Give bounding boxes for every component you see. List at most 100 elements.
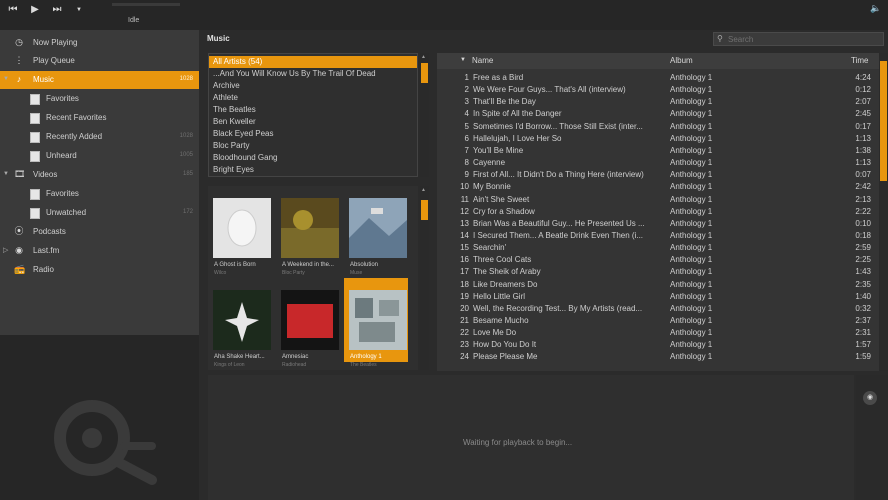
sidebar-item-play-queue[interactable]: ⋮ Play Queue <box>0 52 199 70</box>
track-album: Anthology 1 <box>670 340 713 350</box>
album-tile[interactable]: Aha Shake Heart... Kings of Leon <box>208 278 272 368</box>
table-row[interactable]: 15 Searchin' Anthology 1 2:59 <box>437 242 879 254</box>
search-box[interactable]: ⚲ <box>713 32 884 46</box>
track-name: Sometimes I'd Borrow... Those Still Exis… <box>473 121 643 131</box>
track-album: Anthology 1 <box>670 267 713 277</box>
table-row[interactable]: 2 We Were Four Guys... That's All (interv… <box>437 84 879 96</box>
list-item[interactable]: Bloodhound Gang <box>209 152 417 164</box>
album-tile[interactable]: A Ghost is Born Wilco <box>208 186 272 276</box>
track-album: Anthology 1 <box>670 121 713 131</box>
sidebar-item-favorites[interactable]: Favorites <box>0 90 199 108</box>
album-tile[interactable]: Absolution Muse <box>344 186 408 276</box>
table-row[interactable]: 4 In Spite of All the Danger Anthology 1 2:… <box>437 108 879 120</box>
table-row[interactable]: 17 The Sheik of Araby Anthology 1 1:43 <box>437 266 879 278</box>
scroll-thumb[interactable] <box>421 200 428 220</box>
sidebar: ◷ Now Playing ⋮ Play Queue ▼ ♪ Music 102… <box>0 30 199 335</box>
track-scrollbar[interactable] <box>879 53 888 371</box>
list-item[interactable]: Ben Kweller <box>209 116 417 128</box>
list-item[interactable]: The Beatles <box>209 104 417 116</box>
track-album: Anthology 1 <box>670 158 713 168</box>
table-row[interactable]: 23 How Do You Do It Anthology 1 1:57 <box>437 339 879 351</box>
table-row[interactable]: 5 Sometimes I'd Borrow... Those Still Exi… <box>437 121 879 133</box>
track-name: Well, the Recording Test... By My Artist… <box>473 303 643 313</box>
list-item[interactable]: Athlete <box>209 92 417 104</box>
track-album: Anthology 1 <box>670 194 713 204</box>
sidebar-item-radio[interactable]: 📻 Radio <box>0 261 199 279</box>
scroll-thumb[interactable] <box>421 63 428 83</box>
table-row[interactable]: 10 My Bonnie Anthology 1 2:42 <box>437 181 879 193</box>
album-scrollbar[interactable]: ▲ <box>420 186 429 370</box>
table-row[interactable]: 13 Brian Was a Beautiful Guy... He Presen… <box>437 218 879 230</box>
table-row[interactable]: 9 First of All... It Didn't Do a Thing He… <box>437 169 879 181</box>
expand-arrow-icon[interactable]: ▼ <box>3 171 9 177</box>
skip-back-icon[interactable]: ⏮ <box>4 3 22 17</box>
sort-arrow-icon[interactable]: ▼ <box>460 57 466 63</box>
expand-arrow-icon[interactable]: ▷ <box>3 246 8 254</box>
track-name: You'll Be Mine <box>473 145 524 155</box>
table-row[interactable]: 7 You'll Be Mine Anthology 1 1:38 <box>437 145 879 157</box>
table-row[interactable]: 18 Like Dreamers Do Anthology 1 2:35 <box>437 279 879 291</box>
track-number: 15 <box>460 243 469 253</box>
right-strip: ◉ <box>856 375 888 500</box>
table-row[interactable]: 12 Cry for a Shadow Anthology 1 2:22 <box>437 206 879 218</box>
list-item[interactable]: ...And You Will Know Us By The Trail Of … <box>209 68 417 80</box>
scroll-up-icon[interactable]: ▲ <box>421 54 426 60</box>
track-album: Anthology 1 <box>670 206 713 216</box>
chevron-down-icon[interactable]: ▼ <box>70 3 88 17</box>
album-tile[interactable]: Anthology 1 The Beatles <box>344 278 408 368</box>
table-row[interactable]: 14 I Secured Them... A Beatle Drink Even … <box>437 230 879 242</box>
progress-slider[interactable] <box>112 3 180 6</box>
list-item[interactable]: Bloc Party <box>209 140 417 152</box>
track-time: 0:07 <box>855 170 871 180</box>
sidebar-item-recently-added[interactable]: Recently Added 1028 <box>0 128 199 146</box>
column-header-name[interactable]: Name <box>472 56 493 65</box>
table-row[interactable]: 19 Hello Little Girl Anthology 1 1:40 <box>437 291 879 303</box>
table-row[interactable]: 1 Free as a Bird Anthology 1 4:24 <box>437 72 879 84</box>
table-row[interactable]: 21 Besame Mucho Anthology 1 2:37 <box>437 315 879 327</box>
video-icon: 🎞 <box>14 169 26 179</box>
lastfm-icon[interactable]: ◉ <box>863 391 877 405</box>
sidebar-item-unheard[interactable]: Unheard 1005 <box>0 147 199 165</box>
track-name: Besame Mucho <box>473 316 529 325</box>
sidebar-item-lastfm[interactable]: ▷ ◉ Last.fm <box>0 242 199 260</box>
table-row[interactable]: 3 That'll Be the Day Anthology 1 2:07 <box>437 96 879 108</box>
table-row[interactable]: 8 Cayenne Anthology 1 1:13 <box>437 157 879 169</box>
speaker-icon[interactable]: 🔈 <box>870 3 881 14</box>
skip-forward-icon[interactable]: ⏭ <box>48 3 66 17</box>
music-note-icon: ♪ <box>16 74 22 84</box>
artist-scrollbar[interactable]: ▲ <box>420 53 429 177</box>
table-row[interactable]: 22 Love Me Do Anthology 1 2:31 <box>437 327 879 339</box>
sidebar-item-videos[interactable]: ▼ 🎞 Videos 185 <box>0 166 199 184</box>
column-header-album[interactable]: Album <box>670 56 693 65</box>
table-row[interactable]: 20 Well, the Recording Test... By My Arti… <box>437 303 879 315</box>
sidebar-item-now-playing[interactable]: ◷ Now Playing <box>0 34 199 52</box>
album-title: Absolution <box>350 262 379 268</box>
track-name: Cayenne <box>473 158 506 168</box>
album-tile[interactable]: Amnesiac Radiohead <box>276 278 340 368</box>
column-header-time[interactable]: Time <box>851 56 868 65</box>
table-row[interactable]: 11 Ain't She Sweet Anthology 1 2:13 <box>437 194 879 206</box>
album-title: Amnesiac <box>282 354 309 360</box>
table-row[interactable]: 24 Please Please Me Anthology 1 1:59 <box>437 351 879 363</box>
list-item[interactable]: Black Eyed Peas <box>209 128 417 140</box>
app-logo <box>54 400 157 485</box>
list-item[interactable]: Archive <box>209 80 417 92</box>
album-tile[interactable]: A Weekend in the... Bloc Party <box>276 186 340 276</box>
expand-arrow-icon[interactable]: ▼ <box>3 76 9 82</box>
play-icon[interactable]: ▶ <box>26 3 44 17</box>
list-item[interactable]: All Artists (54) <box>209 56 417 68</box>
sidebar-item-video-favorites[interactable]: Favorites <box>0 185 199 203</box>
sidebar-item-podcasts[interactable]: ⦿ Podcasts <box>0 223 199 241</box>
table-row[interactable]: 16 Three Cool Cats Anthology 1 2:25 <box>437 254 879 266</box>
track-name: How Do You Do It <box>473 340 537 350</box>
table-row[interactable]: 6 Hallelujah, I Love Her So Anthology 1 1:1… <box>437 133 879 145</box>
clock-icon: ◷ <box>15 37 23 47</box>
search-input[interactable] <box>728 34 878 44</box>
sidebar-item-recent-favorites[interactable]: Recent Favorites <box>0 109 199 127</box>
scroll-up-icon[interactable]: ▲ <box>421 187 426 193</box>
list-item[interactable]: Bright Eyes <box>209 164 417 176</box>
scroll-thumb[interactable] <box>880 61 887 181</box>
sidebar-item-music[interactable]: ▼ ♪ Music 1028 <box>0 71 199 89</box>
playlist-icon <box>30 94 40 105</box>
sidebar-item-unwatched[interactable]: Unwatched 172 <box>0 204 199 222</box>
